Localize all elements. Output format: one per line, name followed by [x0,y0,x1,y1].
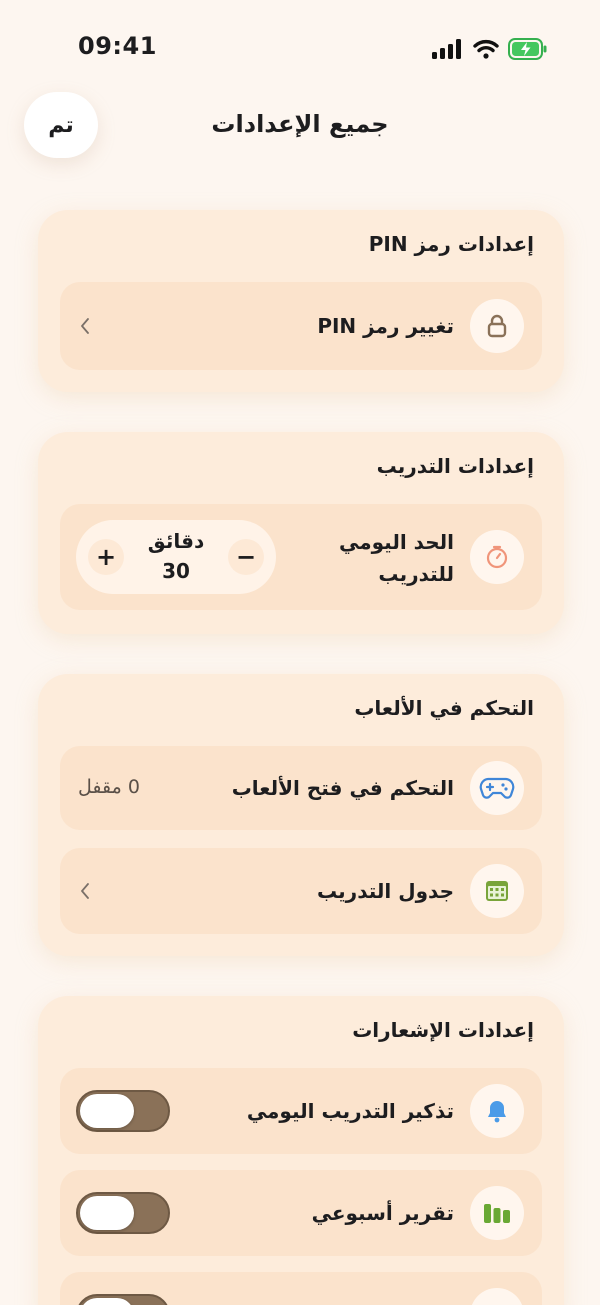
training-schedule-row[interactable]: جدول التدريب [60,848,542,934]
toggle-knob [80,1298,134,1305]
weekly-report-toggle[interactable] [76,1192,170,1234]
timer-icon [470,530,524,584]
status-icons [432,36,548,62]
locked-count: 0 مقفل [78,776,140,798]
section-title: إعدادات التدريب [376,454,534,478]
header: تم جميع الإعدادات [0,88,600,166]
toggle-knob [80,1196,134,1230]
daily-reminder-toggle[interactable] [76,1090,170,1132]
bell-icon [470,1084,524,1138]
change-pin-label: تغيير رمز PIN [317,314,454,338]
page-title: جميع الإعدادات [211,110,389,138]
game-unlock-label: التحكم في فتح الألعاب [231,776,454,800]
increase-button[interactable]: + [88,539,124,575]
trophy-icon [470,1288,524,1305]
change-pin-row[interactable]: تغيير رمز PIN [60,282,542,370]
training-schedule-label: جدول التدريب [317,879,454,903]
calendar-icon [470,864,524,918]
notification-settings-section: إعدادات الإشعارات تذكير التدريب اليومي ت… [38,996,564,1305]
wifi-icon [473,39,499,59]
weekly-report-row: تقرير أسبوعي [60,1170,542,1256]
game-control-section: التحكم في الألعاب التحكم في فتح الألعاب … [38,674,564,956]
daily-reminder-row: تذكير التدريب اليومي [60,1068,542,1154]
chevron-left-icon [76,317,94,335]
gamepad-icon [470,761,524,815]
stepper-unit: دقائق [147,529,205,553]
stepper-value: دقائق 30 [132,526,220,586]
chart-icon [470,1186,524,1240]
pin-settings-section: إعدادات رمز PIN تغيير رمز PIN [38,210,564,392]
notification-toggle-3[interactable] [76,1294,170,1305]
section-title: التحكم في الألعاب [354,696,534,720]
chevron-left-icon [76,882,94,900]
decrease-button[interactable]: − [228,539,264,575]
daily-limit-row: الحد اليومي للتدريب + دقائق 30 − [60,504,542,610]
toggle-knob [80,1094,134,1128]
game-unlock-control-row[interactable]: التحكم في فتح الألعاب 0 مقفل [60,746,542,830]
stepper-number: 30 [162,559,190,583]
lock-icon [470,299,524,353]
section-title: إعدادات الإشعارات [352,1018,534,1042]
training-settings-section: إعدادات التدريب الحد اليومي للتدريب + دق… [38,432,564,634]
daily-limit-label-line2: للتدريب [378,562,454,586]
battery-icon [508,38,548,60]
minutes-stepper: + دقائق 30 − [76,520,276,594]
screen: 09:41 تم جميع الإعدادات إعدادات رمز PIN … [0,0,600,1305]
section-title: إعدادات رمز PIN [368,232,534,256]
notification-row-3 [60,1272,542,1305]
status-bar: 09:41 [0,0,600,98]
daily-reminder-label: تذكير التدريب اليومي [246,1099,454,1123]
weekly-report-label: تقرير أسبوعي [311,1201,454,1225]
daily-limit-label-line1: الحد اليومي [339,530,454,554]
status-time: 09:41 [78,32,157,60]
signal-icon [432,39,464,59]
